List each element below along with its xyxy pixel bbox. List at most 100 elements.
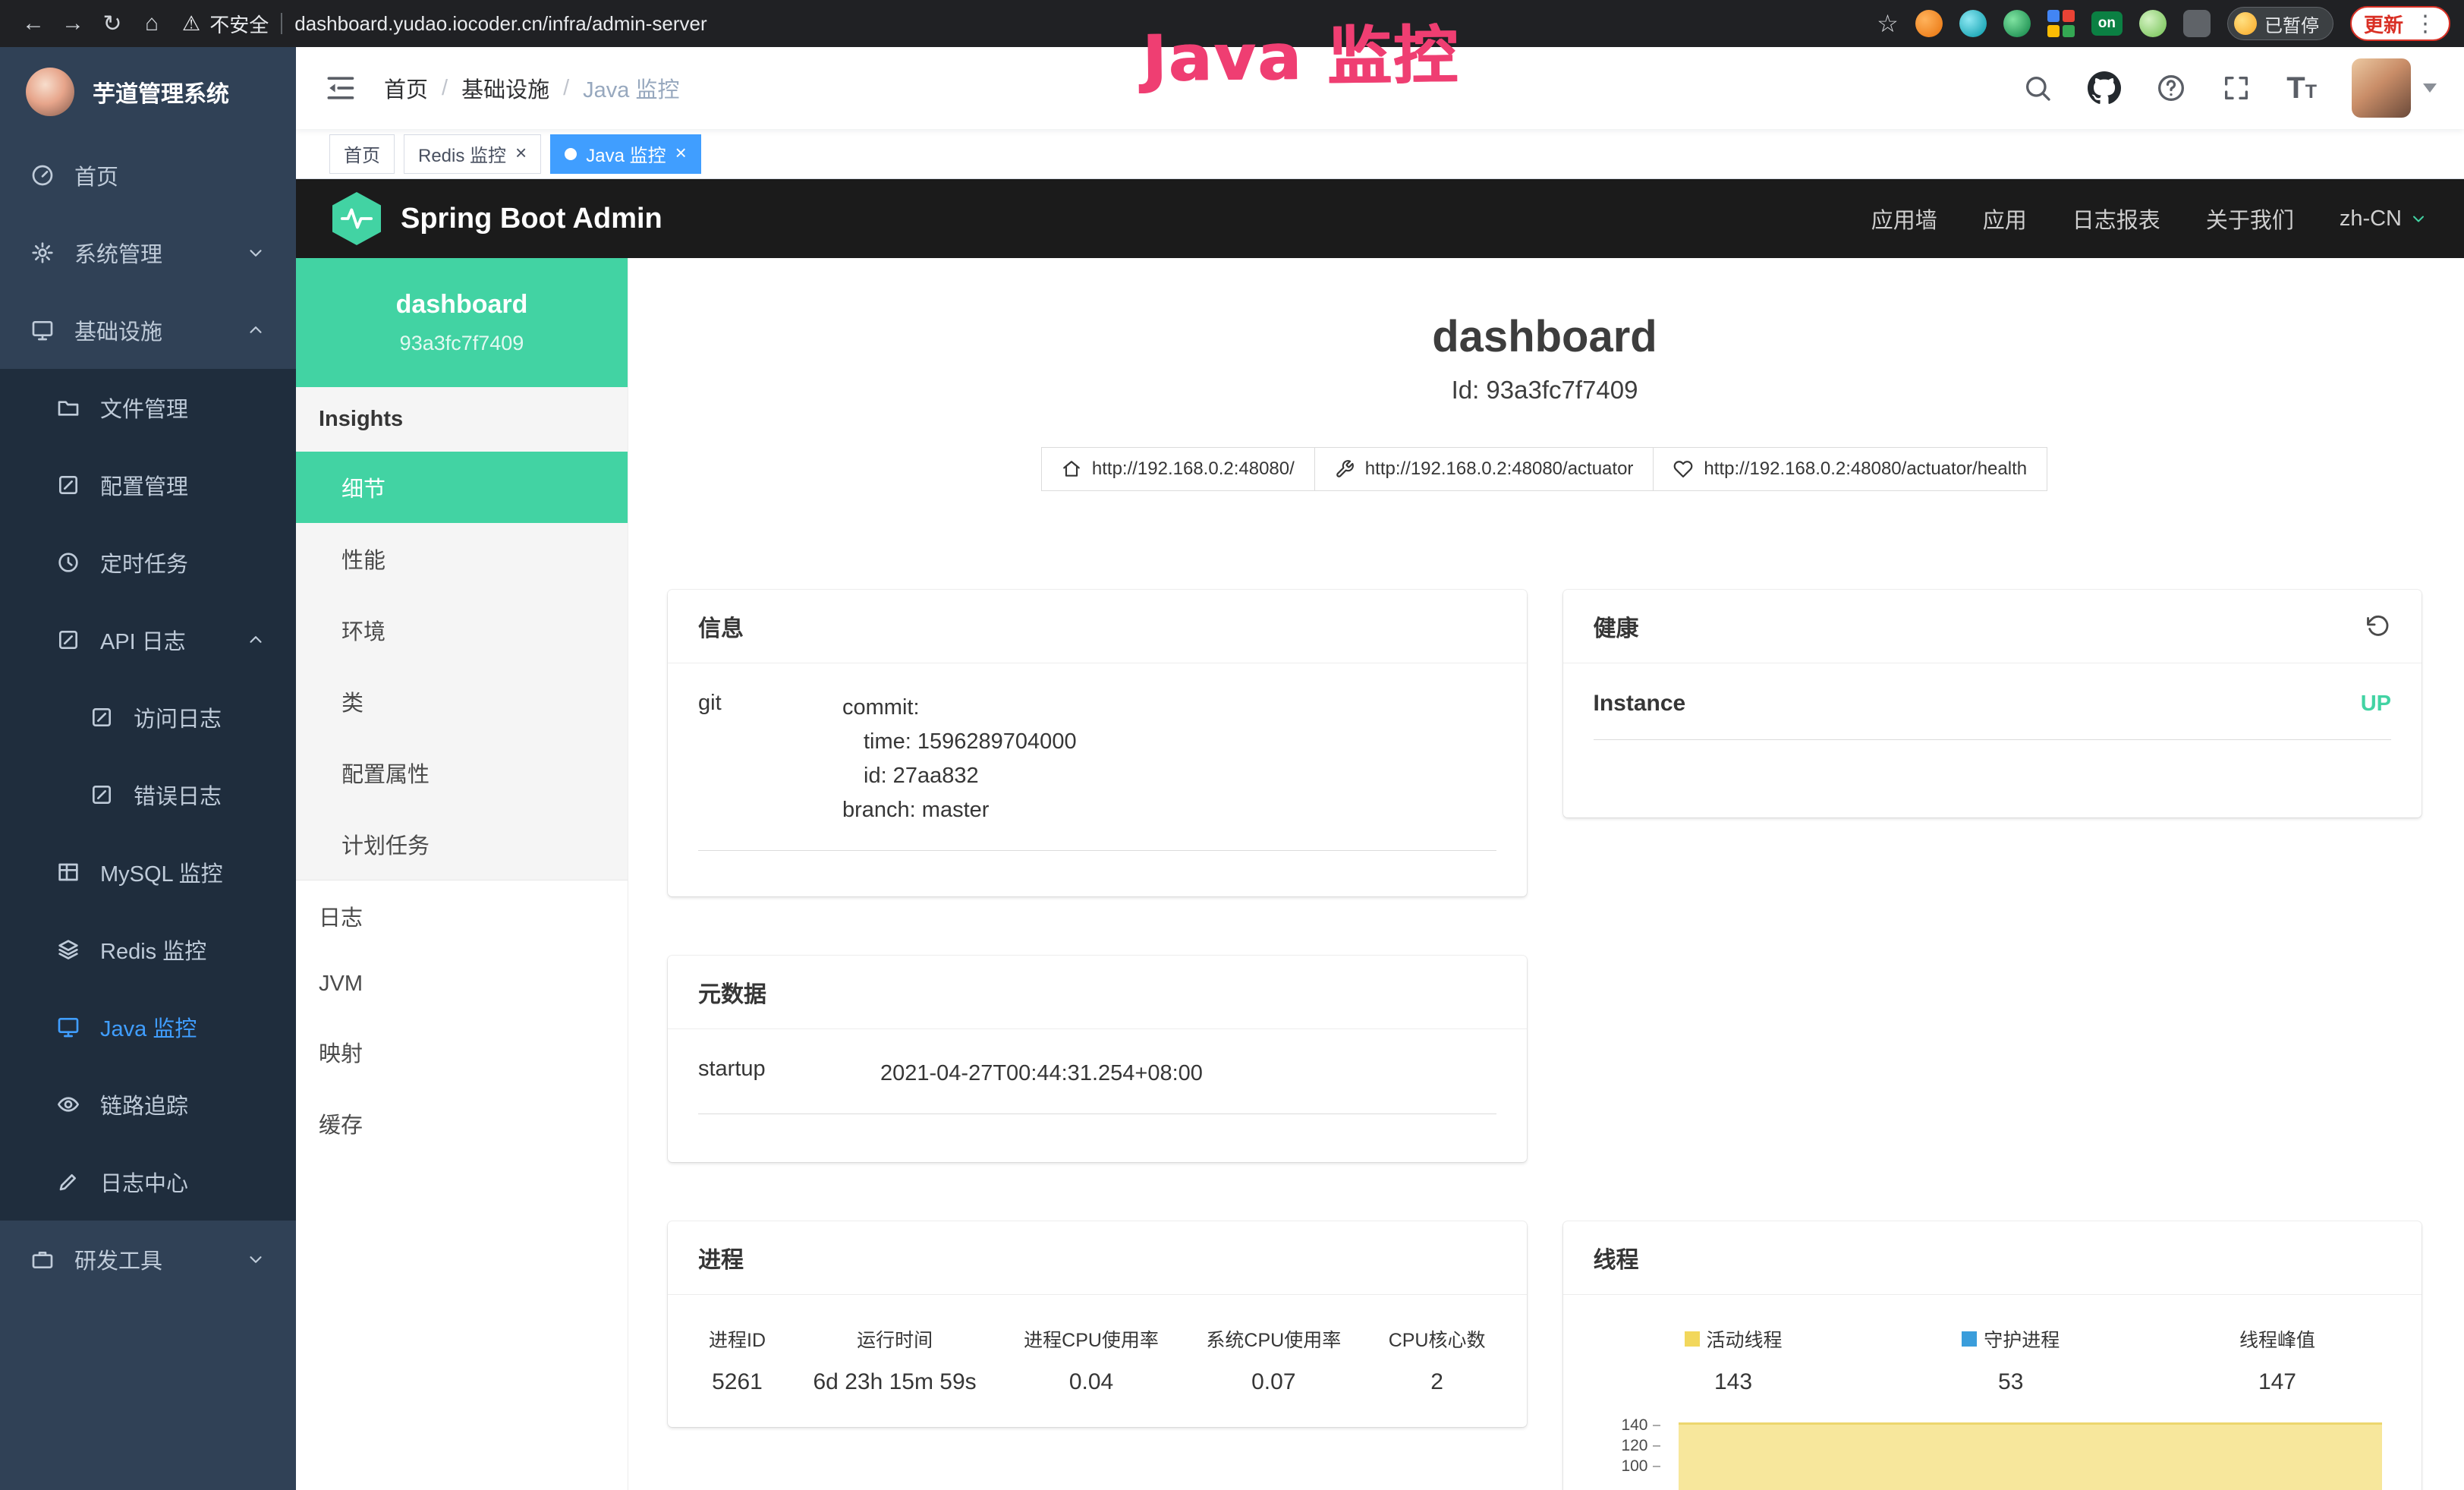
extensions-grid-icon[interactable] (2047, 10, 2075, 37)
history-icon[interactable] (2365, 613, 2391, 639)
annotation-overlay: Java 监控 (1141, 5, 1459, 99)
sba-item-scheduled-tasks[interactable]: 计划任务 (296, 808, 628, 880)
chrome-update-button[interactable]: 更新 ⋮ (2350, 6, 2450, 41)
legend-value: 147 (2239, 1369, 2315, 1395)
sidebar-item-redis-monitor[interactable]: Redis 监控 (0, 911, 296, 988)
sidebar-item-scheduled-jobs[interactable]: 定时任务 (0, 524, 296, 601)
sba-nav-wallboard[interactable]: 应用墙 (1871, 203, 1937, 235)
service-url-button[interactable]: http://192.168.0.2:48080/ (1041, 447, 1315, 491)
value-line: branch: master (842, 793, 1077, 827)
sba-locale-select[interactable]: zh-CN (2340, 206, 2428, 232)
monitor-icon (56, 1015, 80, 1039)
sba-brand-title[interactable]: Spring Boot Admin (401, 203, 662, 235)
profile-paused-badge[interactable]: 已暂停 (2227, 7, 2333, 40)
server-icon (30, 318, 55, 342)
extension-icon[interactable] (2139, 10, 2167, 37)
sba-item-classes[interactable]: 类 (296, 666, 628, 737)
paused-label: 已暂停 (2264, 11, 2319, 37)
app-title: 芋道管理系统 (93, 75, 229, 109)
address-divider (281, 13, 282, 34)
sidebar-item-file-management[interactable]: 文件管理 (0, 369, 296, 446)
sidebar-item-api-logs[interactable]: API 日志 (0, 601, 296, 679)
chevron-up-icon (246, 630, 266, 650)
threads-card-body: 活动线程 143 守护进程 53 (1563, 1295, 2422, 1490)
extension-icon[interactable] (2003, 10, 2031, 37)
screenshot-root: ← → ↻ ⌂ ⚠ 不安全 dashboard.yudao.iocoder.cn… (0, 0, 2464, 1490)
tab-home[interactable]: 首页 (329, 134, 395, 174)
sidebar-item-access-logs[interactable]: 访问日志 (0, 679, 296, 756)
process-column: 进程ID 5261 (709, 1325, 766, 1395)
extension-on-badge[interactable]: on (2091, 11, 2123, 36)
sba-nav-applications[interactable]: 应用 (1983, 203, 2027, 235)
sidebar-fold-icon[interactable] (323, 71, 357, 105)
help-icon[interactable] (2156, 73, 2186, 103)
actuator-url-button[interactable]: http://192.168.0.2:48080/actuator (1314, 447, 1654, 491)
chevron-down-icon (246, 1249, 266, 1269)
close-icon[interactable] (675, 143, 687, 165)
sidebar-item-log-center[interactable]: 日志中心 (0, 1143, 296, 1221)
sidebar-item-home[interactable]: 首页 (0, 137, 296, 214)
security-warning-icon: ⚠ (182, 12, 200, 36)
column-header: CPU核心数 (1389, 1325, 1486, 1353)
y-axis-tick: 100 (1594, 1457, 1660, 1476)
process-card-header: 进程 (668, 1221, 1527, 1295)
sba-item-mappings[interactable]: 映射 (296, 1016, 628, 1088)
search-icon[interactable] (2022, 73, 2053, 103)
eye-icon (56, 1092, 80, 1117)
sba-item-config-props[interactable]: 配置属性 (296, 737, 628, 808)
breadcrumb-infrastructure[interactable]: 基础设施 (461, 72, 549, 104)
address-bar[interactable]: ⚠ 不安全 dashboard.yudao.iocoder.cn/infra/a… (182, 10, 707, 38)
github-icon[interactable] (2088, 71, 2121, 105)
insights-section-label: Insights (296, 387, 628, 452)
extension-icon[interactable] (2183, 10, 2211, 37)
sba-item-jvm[interactable]: JVM (296, 952, 628, 1016)
sidebar-item-config-management[interactable]: 配置管理 (0, 446, 296, 524)
pulse-icon (339, 201, 374, 236)
browser-forward-icon[interactable]: → (53, 4, 93, 43)
table-icon (56, 860, 80, 884)
sidebar-item-infrastructure[interactable]: 基础设施 (0, 291, 296, 369)
health-url-button[interactable]: http://192.168.0.2:48080/actuator/health (1653, 447, 2047, 491)
card-title: 元数据 (698, 975, 766, 1009)
process-column: 系统CPU使用率 0.07 (1206, 1325, 1341, 1395)
legend-label: 守护进程 (1984, 1325, 2060, 1353)
extension-icon[interactable] (1959, 10, 1987, 37)
navbar-actions (2022, 58, 2437, 118)
instance-links: http://192.168.0.2:48080/ http://192.168… (668, 447, 2422, 491)
sidebar-item-java-monitor[interactable]: Java 监控 (0, 988, 296, 1066)
sba-item-caches[interactable]: 缓存 (296, 1088, 628, 1159)
fullscreen-icon[interactable] (2221, 73, 2252, 103)
extension-icon[interactable] (1915, 10, 1943, 37)
sidebar-item-trace[interactable]: 链路追踪 (0, 1066, 296, 1143)
sba-item-details[interactable]: 细节 (296, 452, 628, 523)
sidebar-item-mysql-monitor[interactable]: MySQL 监控 (0, 833, 296, 911)
sba-nav-journal[interactable]: 日志报表 (2072, 203, 2160, 235)
tab-java-monitor[interactable]: Java 监控 (550, 134, 701, 174)
column-header: 运行时间 (813, 1325, 977, 1353)
sba-item-logs[interactable]: 日志 (296, 880, 628, 952)
card-title: 进程 (698, 1241, 744, 1274)
browser-menu-icon[interactable]: ⋮ (2414, 11, 2437, 37)
page-subtitle: Id: 93a3fc7f7409 (668, 376, 2422, 405)
user-menu[interactable] (2352, 58, 2437, 118)
spring-boot-admin-logo[interactable] (332, 192, 381, 245)
legend-value: 53 (1962, 1369, 2060, 1395)
sba-nav-about[interactable]: 关于我们 (2206, 203, 2294, 235)
bookmark-star-icon[interactable]: ☆ (1877, 9, 1899, 38)
browser-reload-icon[interactable]: ↻ (93, 4, 132, 43)
tab-redis-monitor[interactable]: Redis 监控 (404, 134, 541, 174)
app-content-column: 首页 基础设施 Java 监控 首页 (296, 47, 2464, 1490)
font-size-icon[interactable] (2286, 74, 2317, 102)
sba-item-environment[interactable]: 环境 (296, 594, 628, 666)
sidebar-item-dev-tools[interactable]: 研发工具 (0, 1221, 296, 1298)
browser-back-icon[interactable]: ← (14, 4, 53, 43)
app-logo[interactable]: 芋道管理系统 (0, 47, 296, 137)
browser-home-icon[interactable]: ⌂ (132, 4, 172, 43)
breadcrumb-home[interactable]: 首页 (384, 72, 428, 104)
close-icon[interactable] (515, 143, 527, 165)
sidebar-item-system[interactable]: 系统管理 (0, 214, 296, 291)
sidebar-item-error-logs[interactable]: 错误日志 (0, 756, 296, 833)
sba-body: dashboard 93a3fc7f7409 Insights 细节 性能 环境… (296, 258, 2464, 1490)
page-title: dashboard (668, 311, 2422, 362)
sba-item-performance[interactable]: 性能 (296, 523, 628, 594)
